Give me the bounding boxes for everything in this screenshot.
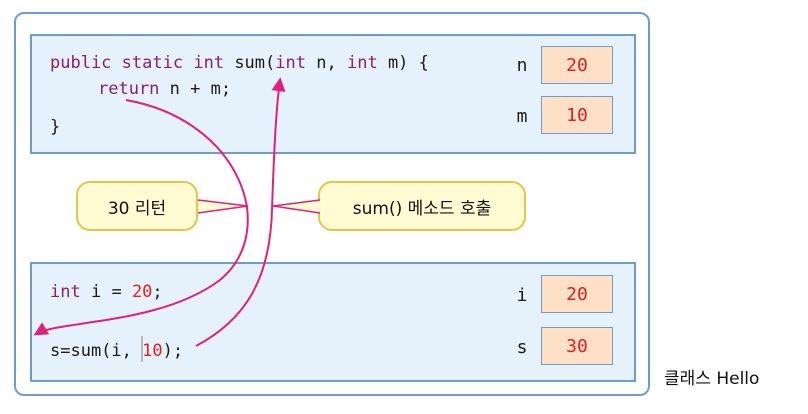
close-brace-line: } bbox=[50, 116, 60, 138]
call-left: s=sum(i, bbox=[50, 341, 132, 361]
keyword-int-param-m: int bbox=[346, 53, 378, 73]
call-end: ); bbox=[162, 341, 184, 361]
var-box-m: 10 bbox=[541, 96, 613, 134]
declaration-number: 20 bbox=[131, 282, 153, 302]
var-label-i: i bbox=[516, 285, 528, 306]
declaration-end: ; bbox=[152, 282, 163, 302]
var-label-s: s bbox=[516, 337, 528, 358]
keyword-int-param-n: int bbox=[275, 53, 306, 73]
keyword-public: public bbox=[50, 53, 112, 73]
var-label-m: m bbox=[516, 106, 528, 127]
param-n: n, bbox=[316, 53, 337, 73]
return-expression: n + m; bbox=[169, 79, 232, 99]
keyword-int: int bbox=[193, 53, 225, 73]
return-callout: 30 리턴 bbox=[76, 181, 198, 231]
call-number: 10 bbox=[142, 341, 163, 361]
class-caption: 클래스 Hello bbox=[664, 369, 760, 389]
declaration-left: i = bbox=[90, 282, 122, 302]
return-line: return n + m; bbox=[98, 78, 231, 100]
keyword-return: return bbox=[98, 79, 160, 99]
keyword-static: static bbox=[121, 53, 184, 73]
declaration-line: int i = 20; bbox=[50, 281, 163, 303]
var-label-n: n bbox=[516, 55, 528, 76]
keyword-int-decl: int bbox=[50, 282, 81, 302]
method-signature-line: public static int sum(int n, int m) { bbox=[50, 52, 429, 74]
method-name: sum( bbox=[234, 53, 276, 73]
call-callout: sum() 메소드 호출 bbox=[318, 181, 526, 231]
var-box-s: 30 bbox=[541, 327, 613, 365]
close-brace: } bbox=[50, 117, 61, 137]
var-box-i: 20 bbox=[541, 275, 613, 313]
call-line: s=sum(i, 10); bbox=[50, 340, 183, 362]
var-box-n: 20 bbox=[541, 46, 613, 84]
param-m-open-brace: m) { bbox=[387, 53, 429, 73]
